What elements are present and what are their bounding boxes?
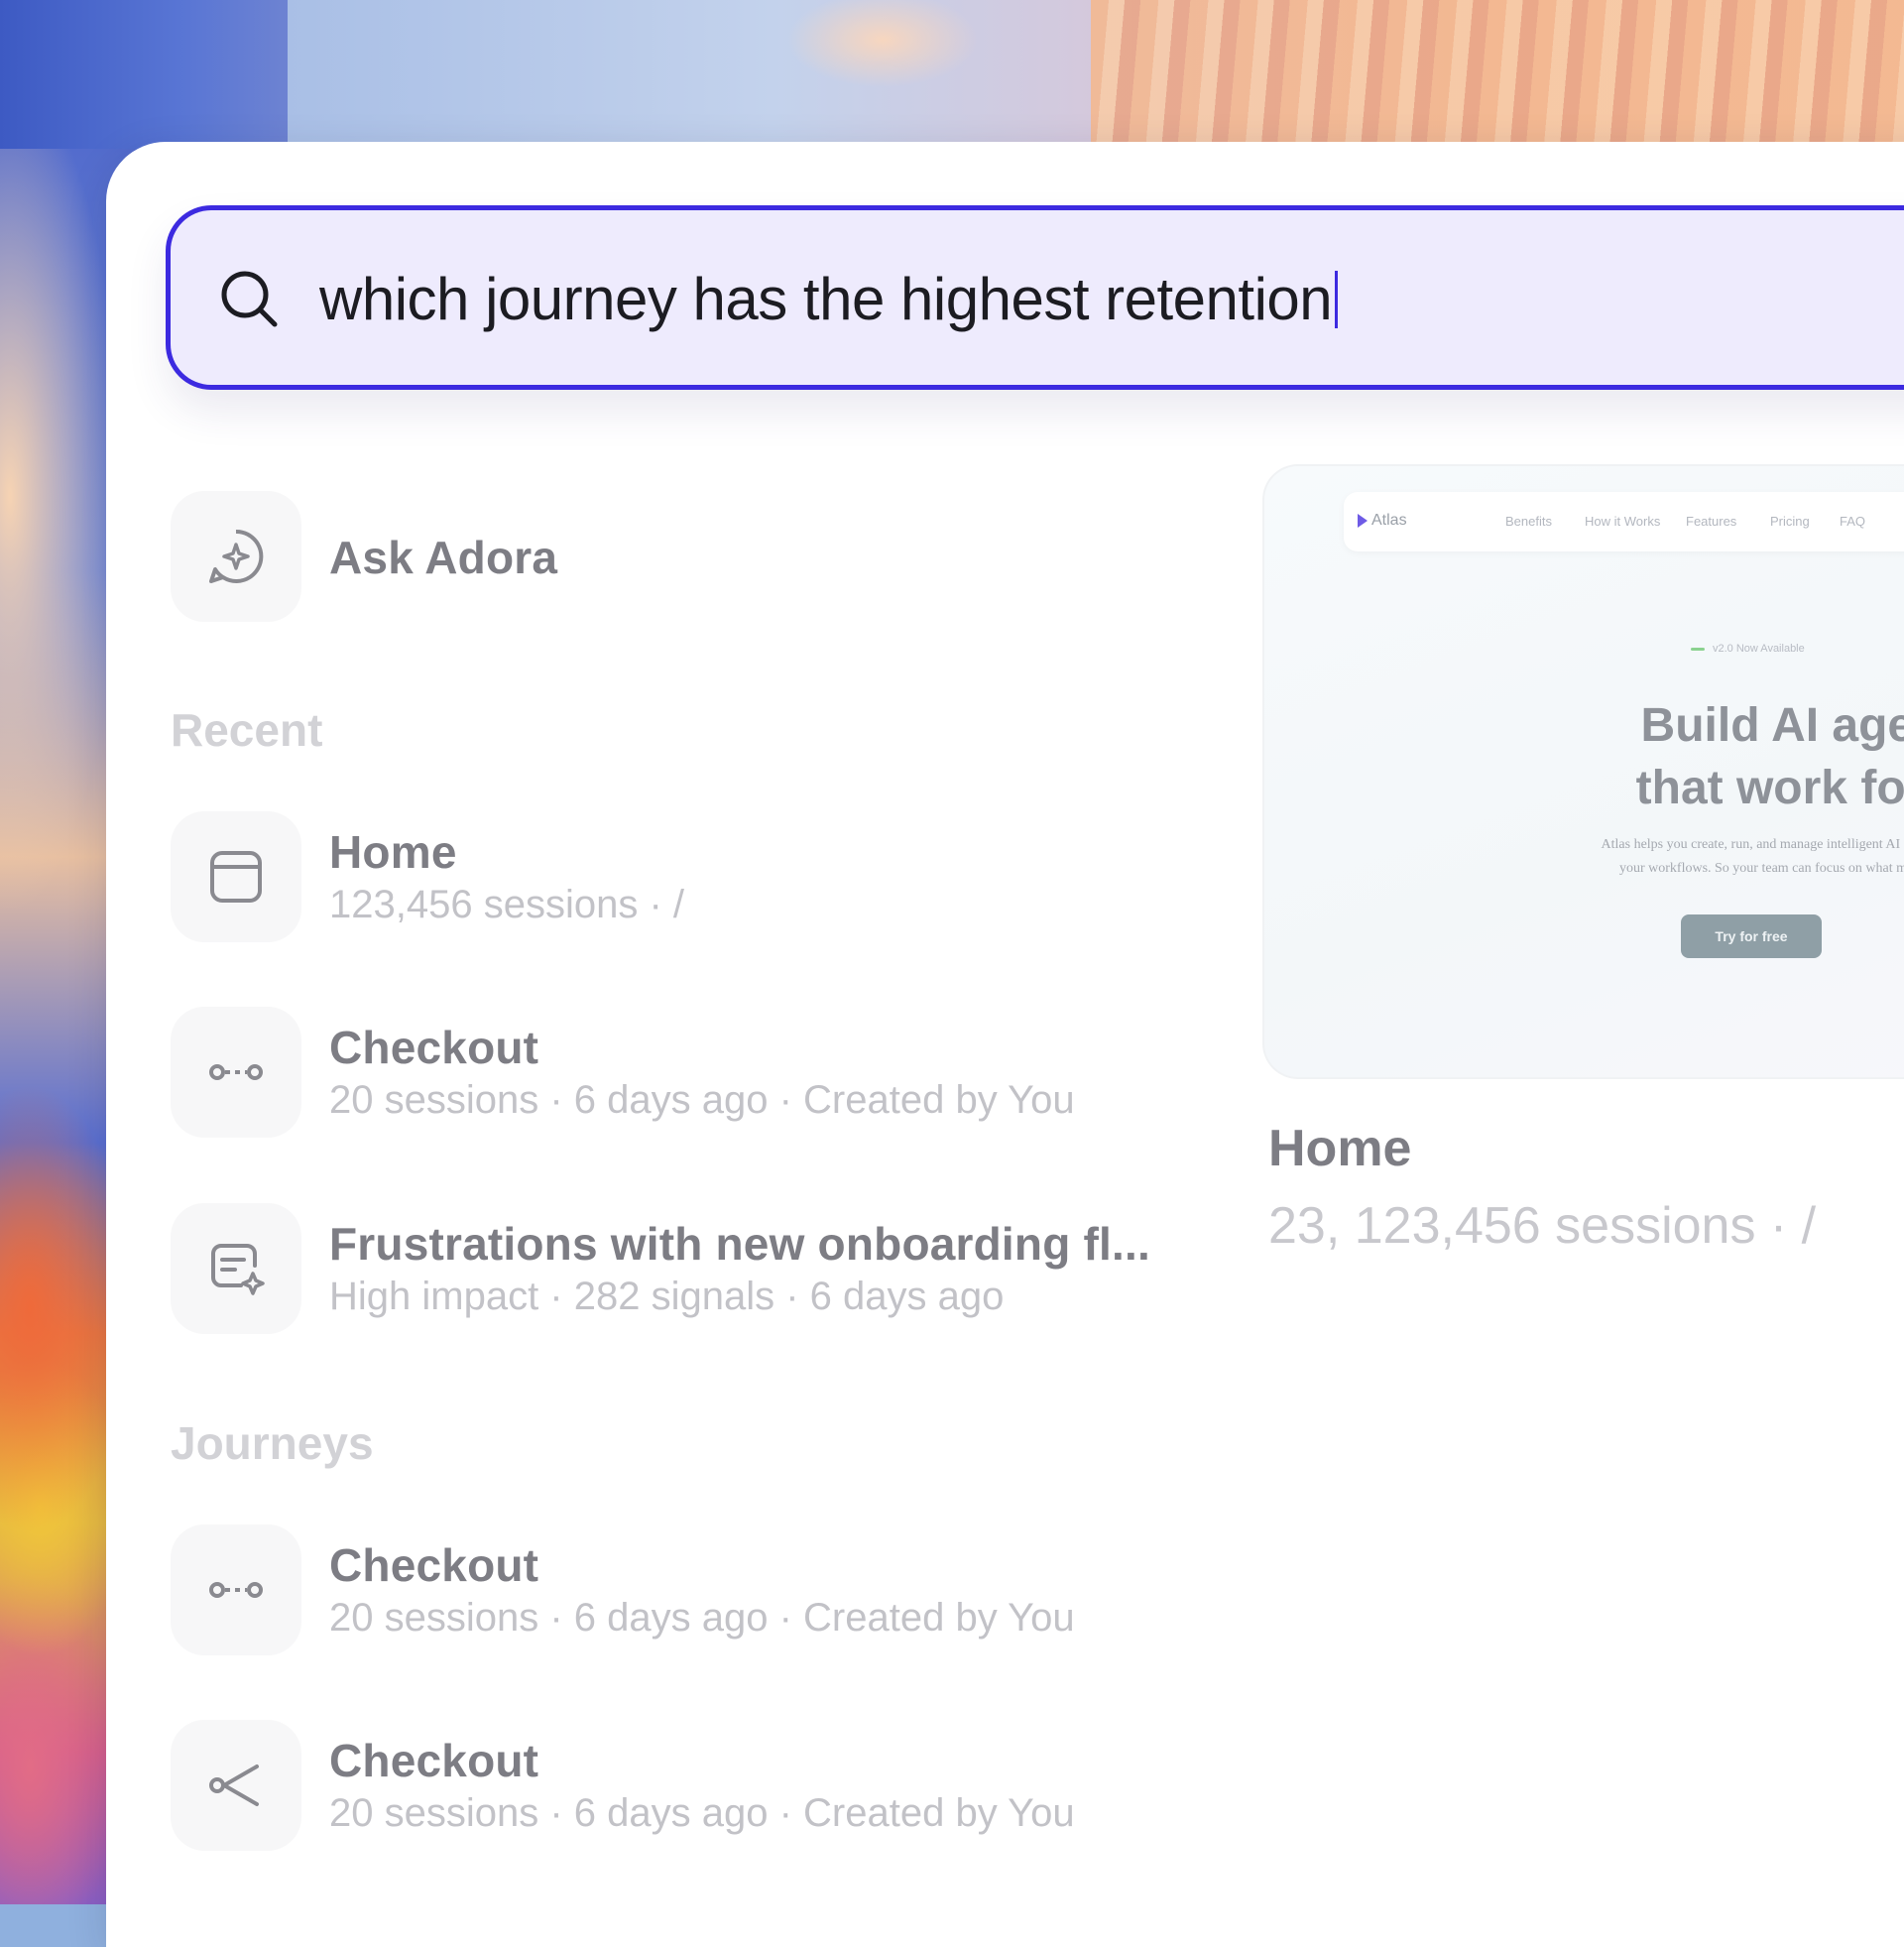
recent-item-tile <box>171 1203 301 1334</box>
recent-section-label: Recent <box>171 704 323 756</box>
recent-item-meta: 123,456 sessions · / <box>329 883 684 926</box>
preview-nav-link: Features <box>1686 514 1737 529</box>
page-preview-thumbnail[interactable]: Atlas Benefits How it Works Features Pri… <box>1262 464 1904 1079</box>
recent-item-title: Checkout <box>329 1022 539 1073</box>
journey-item-title: Checkout <box>329 1735 539 1786</box>
recent-item-meta: 20 sessions · 6 days ago · Created by Yo… <box>329 1078 1075 1122</box>
preview-nav-link: Benefits <box>1505 514 1552 529</box>
branch-journey-icon <box>209 1764 259 1806</box>
recent-item-checkout[interactable]: Checkout 20 sessions · 6 days ago · Crea… <box>171 1007 1242 1138</box>
journey-item-meta: 20 sessions · 6 days ago · Created by Yo… <box>329 1791 1075 1835</box>
recent-item-title: Frustrations with new onboarding fl... <box>329 1218 1150 1270</box>
ask-adora-item[interactable]: Ask Adora <box>171 491 1242 622</box>
preview-headline: Build AI agent that work for y <box>1635 699 1904 814</box>
wallpaper-right-cliff <box>1091 0 1904 149</box>
recent-item-tile <box>171 1007 301 1138</box>
journey-item-checkout-branch[interactable]: Checkout 20 sessions · 6 days ago · Crea… <box>171 1720 1242 1851</box>
ask-adora-tile <box>171 491 301 622</box>
recent-item-frustrations[interactable]: Frustrations with new onboarding fl... H… <box>171 1203 1242 1334</box>
journey-icon <box>209 1582 263 1598</box>
journey-item-tile <box>171 1524 301 1655</box>
cursor-logo-icon <box>1358 514 1368 528</box>
wallpaper-left-cliff <box>0 0 298 149</box>
journey-item-checkout[interactable]: Checkout 20 sessions · 6 days ago · Crea… <box>171 1524 1242 1655</box>
search-input[interactable]: which journey has the highest retention <box>319 260 1339 339</box>
preview-nav-link: Pricing <box>1770 514 1810 529</box>
journeys-section-label: Journeys <box>171 1417 374 1469</box>
search-bar[interactable]: which journey has the highest retention <box>166 205 1904 390</box>
preview-version-badge: v2.0 Now Available <box>1691 643 1805 655</box>
preview-nav-link: How it Works <box>1585 514 1661 529</box>
recent-item-title: Home <box>329 826 457 878</box>
preview-site-logo: Atlas <box>1358 512 1407 530</box>
search-icon <box>221 271 278 327</box>
sparkle-chat-icon <box>209 529 264 583</box>
trend-icon <box>1691 647 1705 651</box>
recent-item-home[interactable]: Home 123,456 sessions · / <box>171 811 1242 942</box>
search-query-text: which journey has the highest retention <box>319 266 1333 332</box>
journey-item-meta: 20 sessions · 6 days ago · Created by Yo… <box>329 1596 1075 1640</box>
ask-adora-label: Ask Adora <box>329 532 558 583</box>
preview-site-navbar: Atlas Benefits How it Works Features Pri… <box>1344 492 1904 551</box>
recent-item-meta: High impact · 282 signals · 6 days ago <box>329 1275 1005 1318</box>
journey-icon <box>209 1064 263 1080</box>
preview-nav-link: FAQ <box>1840 514 1866 529</box>
text-caret <box>1335 271 1339 328</box>
page-icon <box>210 851 262 903</box>
preview-meta: 23, 123,456 sessions · / <box>1268 1197 1817 1255</box>
insight-icon <box>211 1244 265 1295</box>
journey-item-tile <box>171 1720 301 1851</box>
journey-item-title: Checkout <box>329 1539 539 1591</box>
preview-cta-button: Try for free <box>1681 914 1822 958</box>
preview-paragraph: Atlas helps you create, run, and manage … <box>1601 837 1904 876</box>
preview-title: Home <box>1268 1120 1412 1177</box>
recent-item-tile <box>171 811 301 942</box>
